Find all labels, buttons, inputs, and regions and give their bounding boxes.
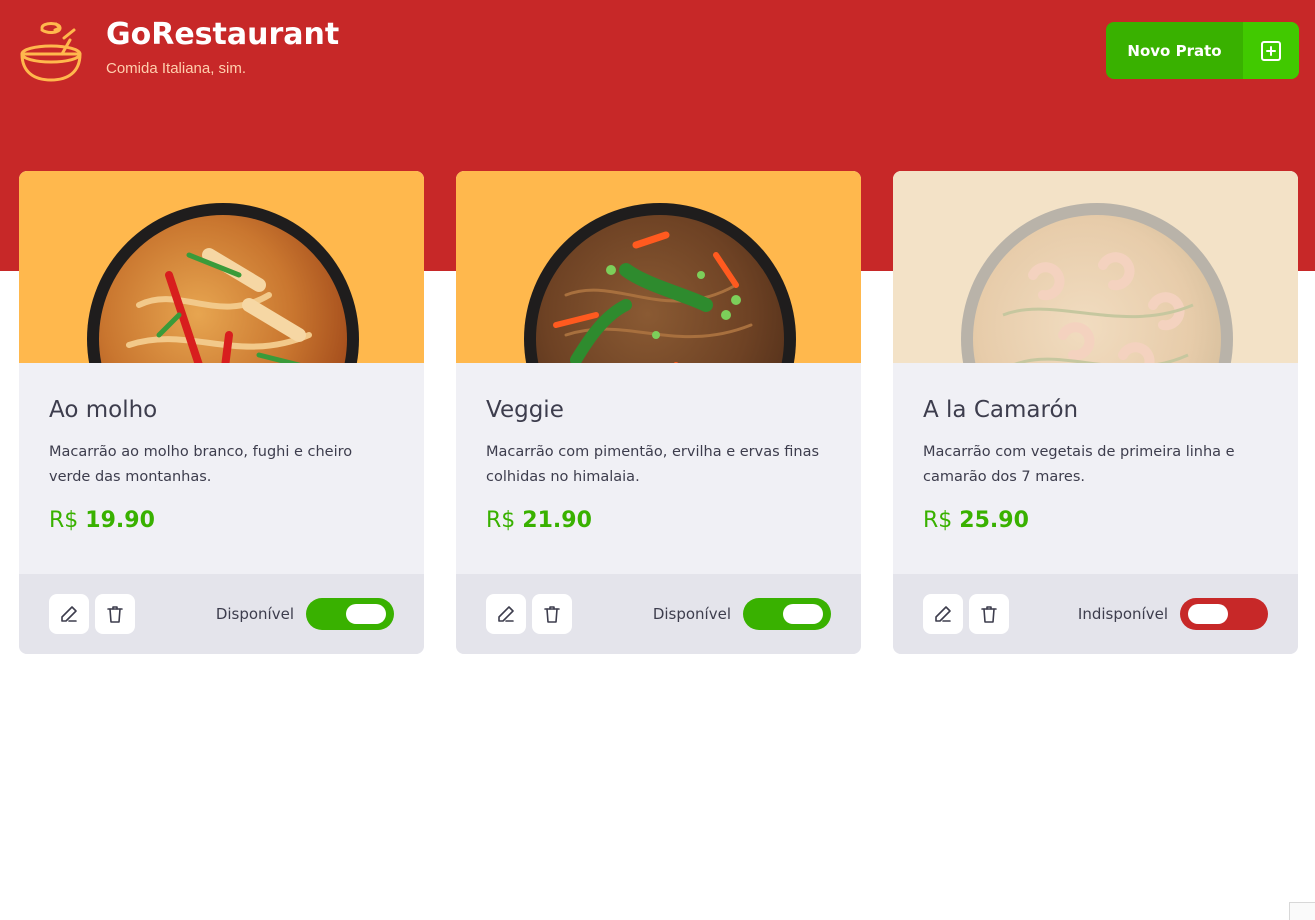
- new-dish-button[interactable]: Novo Prato: [1106, 22, 1299, 79]
- edit-button[interactable]: [486, 594, 526, 634]
- food-image: [456, 171, 861, 363]
- dish-description: Macarrão com pimentão, ervilha e ervas f…: [486, 444, 820, 485]
- price-currency: R$: [923, 508, 953, 533]
- dish-description: Macarrão ao molho branco, fughi e cheiro…: [49, 444, 353, 485]
- delete-button[interactable]: [969, 594, 1009, 634]
- pencil-icon: [498, 606, 514, 622]
- price-currency: R$: [486, 508, 516, 533]
- price-value: 19.90: [85, 508, 155, 533]
- pencil-icon: [935, 606, 951, 622]
- availability-toggle[interactable]: [306, 598, 394, 630]
- food-list: Ao molho Macarrão ao molho branco, fughi…: [19, 171, 1298, 654]
- edit-button[interactable]: [923, 594, 963, 634]
- brand: GoRestaurant Comida Italiana, sim.: [18, 16, 339, 84]
- food-image: [893, 171, 1298, 363]
- dish-name: A la Camarón: [923, 397, 1079, 423]
- trash-icon: [544, 606, 560, 623]
- trash-icon: [107, 606, 123, 623]
- card-footer: Disponível: [456, 574, 861, 654]
- dish-price: R$ 21.90: [486, 508, 831, 533]
- plus-square-icon: [1243, 22, 1299, 79]
- dish-price: R$ 25.90: [923, 508, 1268, 533]
- delete-button[interactable]: [95, 594, 135, 634]
- price-value: 21.90: [522, 508, 592, 533]
- price-currency: R$: [49, 508, 79, 533]
- food-card: Ao molho Macarrão ao molho branco, fughi…: [19, 171, 424, 654]
- dish-name: Veggie: [486, 397, 564, 423]
- food-card: Veggie Macarrão com pimentão, ervilha e …: [456, 171, 861, 654]
- trash-icon: [981, 606, 997, 623]
- card-footer: Disponível: [19, 574, 424, 654]
- app-subtitle: Comida Italiana, sim.: [106, 60, 247, 77]
- food-card: A la Camarón Macarrão com vegetais de pr…: [893, 171, 1298, 654]
- bowl-icon: [20, 22, 82, 82]
- card-footer: Indisponível: [893, 574, 1298, 654]
- availability-toggle[interactable]: [1180, 598, 1268, 630]
- dish-price: R$ 19.90: [49, 508, 394, 533]
- pencil-icon: [61, 606, 77, 622]
- availability-toggle[interactable]: [743, 598, 831, 630]
- dish-description: Macarrão com vegetais de primeira linha …: [923, 444, 1235, 485]
- new-dish-button-label: Novo Prato: [1127, 41, 1222, 60]
- app-title: GoRestaurant: [106, 17, 340, 52]
- delete-button[interactable]: [532, 594, 572, 634]
- food-image: [19, 171, 424, 363]
- availability-label: Disponível: [215, 605, 294, 623]
- availability-label: Indisponível: [1077, 605, 1168, 623]
- price-value: 25.90: [959, 508, 1029, 533]
- corner-widget: [1289, 902, 1315, 920]
- availability-label: Disponível: [652, 605, 731, 623]
- dish-name: Ao molho: [49, 397, 158, 423]
- edit-button[interactable]: [49, 594, 89, 634]
